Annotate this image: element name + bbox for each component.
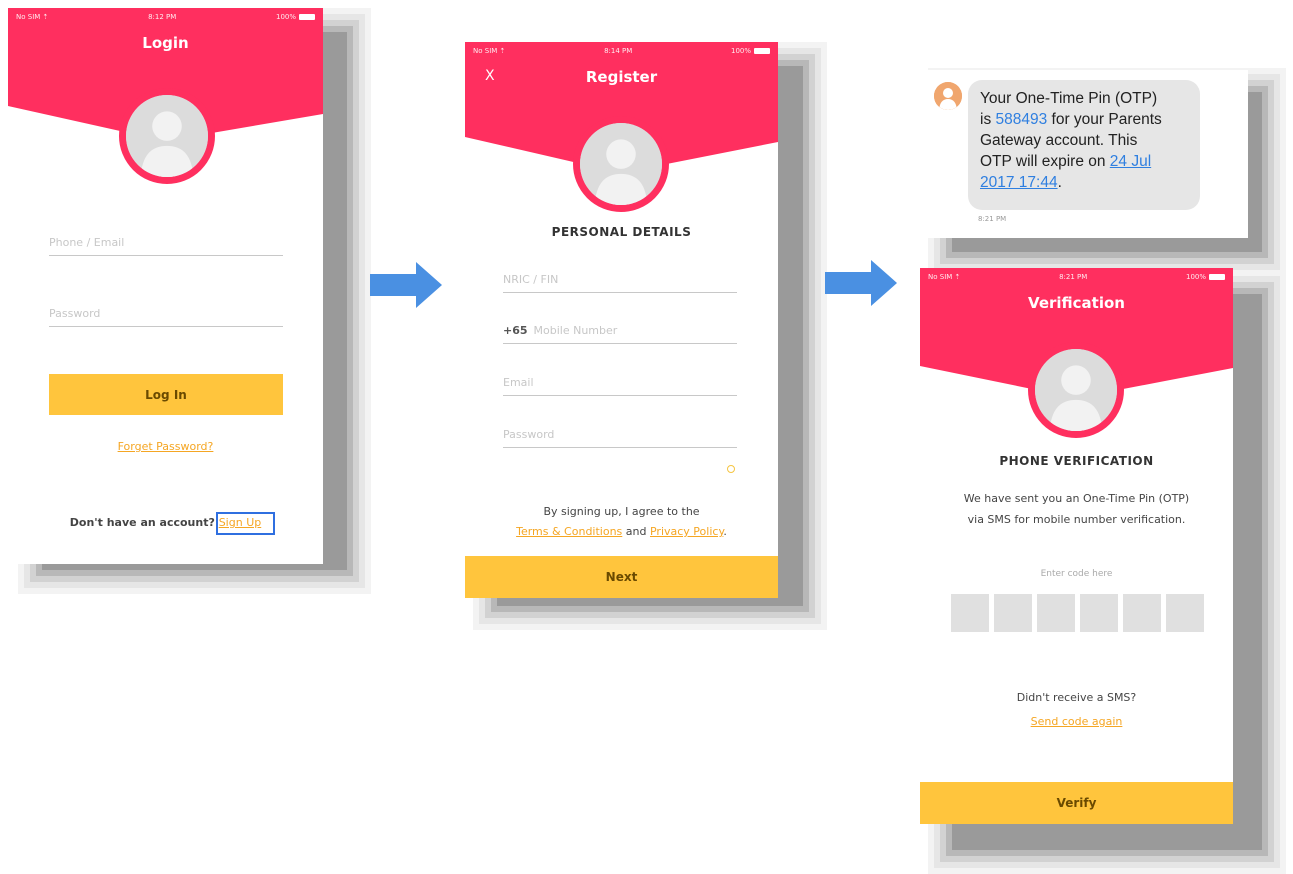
- password-input[interactable]: Password: [503, 428, 737, 448]
- otp-digit-box[interactable]: [1080, 594, 1118, 632]
- sms-text: is: [980, 111, 996, 128]
- sms-line-1: Your One-Time Pin (OTP): [980, 90, 1158, 107]
- country-code: +65: [503, 324, 528, 337]
- login-button[interactable]: Log In: [49, 374, 283, 415]
- arrow-right-icon: [370, 262, 442, 308]
- sms-text: OTP will expire on: [980, 153, 1110, 170]
- sms-message-card: Your One-Time Pin (OTP) is 588493 for yo…: [920, 70, 1248, 238]
- status-bar: No SIM ⇡ 8:21 PM 100%: [920, 268, 1233, 286]
- password-input[interactable]: Password: [49, 307, 283, 327]
- arrow-right-icon: [825, 260, 897, 306]
- email-placeholder: Email: [503, 376, 534, 389]
- login-screen: No SIM ⇡ 8:12 PM 100% Login Phone / Emai…: [8, 8, 323, 564]
- battery-label: 100%: [1185, 273, 1206, 281]
- otp-input[interactable]: [951, 594, 1204, 632]
- no-account-text: Don't have an account?: [69, 516, 215, 529]
- password-placeholder: Password: [503, 428, 555, 441]
- carrier-label: No SIM ⇡: [473, 47, 506, 55]
- phone-email-input[interactable]: Phone / Email: [49, 236, 283, 256]
- nric-input[interactable]: NRIC / FIN: [503, 273, 737, 293]
- terms-link[interactable]: Terms & Conditions: [516, 525, 622, 538]
- sms-line-5: 2017 17:44.: [980, 172, 1188, 193]
- carrier-label: No SIM ⇡: [16, 13, 49, 21]
- battery-status: 100%: [276, 13, 315, 21]
- sms-line-4: OTP will expire on 24 Jul: [980, 151, 1188, 172]
- verification-message-2: via SMS for mobile number verification.: [967, 513, 1186, 526]
- battery-status: 100%: [731, 47, 770, 55]
- forgot-password-row: Forget Password?: [8, 440, 323, 453]
- carrier-label: No SIM ⇡: [928, 273, 961, 281]
- status-bar: No SIM ⇡ 8:12 PM 100%: [8, 8, 323, 26]
- time-label: 8:12 PM: [148, 13, 177, 21]
- info-dot-icon: [727, 465, 735, 473]
- expiry-time-link[interactable]: 2017 17:44: [980, 174, 1058, 191]
- otp-digit-box[interactable]: [1123, 594, 1161, 632]
- sms-timestamp: 8:21 PM: [978, 215, 1007, 223]
- didnt-receive-text: Didn't receive a SMS?: [1016, 691, 1137, 704]
- code-label: Enter code here: [1040, 569, 1113, 579]
- agree-line: By signing up, I agree to the: [543, 505, 700, 518]
- page-title: Verification: [1028, 294, 1125, 312]
- battery-label: 100%: [730, 47, 751, 55]
- status-bar: No SIM ⇡ 8:14 PM 100%: [465, 42, 778, 60]
- time-label: 8:14 PM: [604, 47, 633, 55]
- user-avatar-icon: [119, 88, 215, 184]
- mobile-number-input[interactable]: +65 Mobile Number: [503, 324, 737, 344]
- user-avatar-icon: [1028, 342, 1124, 438]
- time-label: 8:21 PM: [1059, 273, 1088, 281]
- page-title: Register: [585, 68, 658, 86]
- sign-up-highlight: [216, 512, 275, 535]
- otp-digit-box[interactable]: [994, 594, 1032, 632]
- mobile-placeholder: Mobile Number: [533, 324, 618, 337]
- flow-canvas: No SIM ⇡ 8:12 PM 100% Login Phone / Emai…: [0, 0, 1293, 874]
- verify-button[interactable]: Verify: [920, 782, 1233, 824]
- sms-text: for your Parents: [1047, 111, 1162, 128]
- password-placeholder: Password: [49, 307, 101, 320]
- terms-line: Terms & Conditions and Privacy Policy.: [465, 525, 778, 538]
- otp-digit-box[interactable]: [951, 594, 989, 632]
- expiry-date-link[interactable]: 24 Jul: [1110, 153, 1151, 170]
- register-screen: No SIM ⇡ 8:14 PM 100% X Register PERSONA…: [465, 42, 778, 598]
- privacy-link[interactable]: Privacy Policy: [650, 525, 723, 538]
- user-avatar-icon: [573, 116, 669, 212]
- sms-line-2: is 588493 for your Parents: [980, 109, 1188, 130]
- battery-status: 100%: [1186, 273, 1225, 281]
- otp-digit-box[interactable]: [1037, 594, 1075, 632]
- sms-text: .: [1057, 174, 1062, 191]
- sms-sender-avatar-icon: [934, 82, 962, 110]
- battery-icon: [299, 14, 315, 20]
- next-button[interactable]: Next: [465, 556, 778, 598]
- page-title: Login: [142, 34, 189, 52]
- battery-label: 100%: [275, 13, 296, 21]
- and-text: and: [625, 525, 647, 538]
- send-again-row: Send code again: [920, 715, 1233, 728]
- terms-period: .: [723, 525, 727, 538]
- verification-screen: No SIM ⇡ 8:21 PM 100% Verification PHONE…: [920, 268, 1233, 824]
- forgot-password-link[interactable]: Forget Password?: [118, 440, 214, 453]
- phone-email-placeholder: Phone / Email: [49, 236, 125, 249]
- otp-code-link[interactable]: 588493: [996, 111, 1048, 128]
- email-input[interactable]: Email: [503, 376, 737, 396]
- sms-bubble: Your One-Time Pin (OTP) is 588493 for yo…: [968, 80, 1200, 210]
- battery-icon: [1209, 274, 1225, 280]
- nric-placeholder: NRIC / FIN: [503, 273, 559, 286]
- otp-digit-box[interactable]: [1166, 594, 1204, 632]
- phone-verification-title: PHONE VERIFICATION: [999, 454, 1154, 468]
- verification-message-1: We have sent you an One-Time Pin (OTP): [963, 492, 1190, 505]
- send-code-again-link[interactable]: Send code again: [1031, 715, 1123, 728]
- personal-details-title: PERSONAL DETAILS: [551, 225, 692, 239]
- battery-icon: [754, 48, 770, 54]
- signup-row: Don't have an account? Sign Up: [8, 516, 323, 529]
- sms-line-3: Gateway account. This: [980, 132, 1138, 149]
